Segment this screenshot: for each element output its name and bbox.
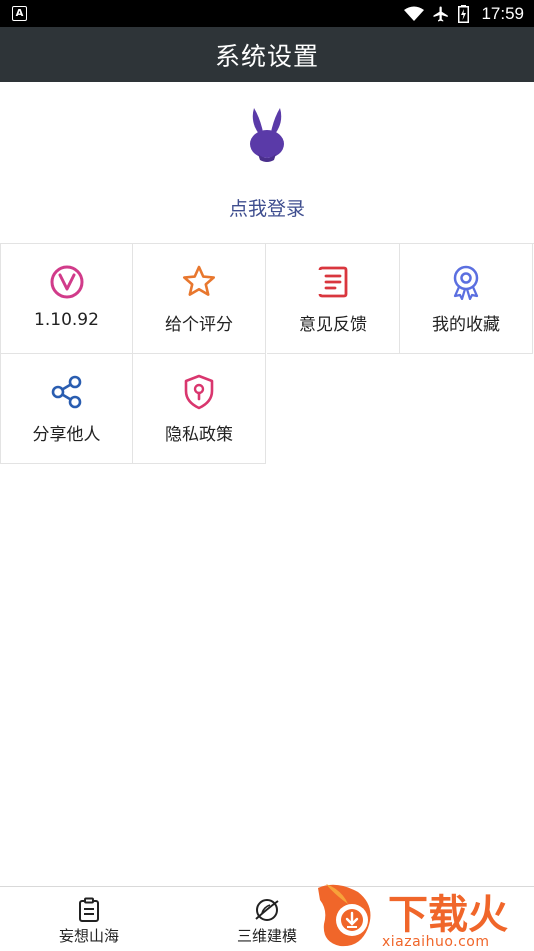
status-time: 17:59 bbox=[481, 3, 524, 23]
nav-item-label: 三维建模 bbox=[236, 927, 297, 945]
favorites-label: 我的收藏 bbox=[432, 315, 500, 335]
battery-icon bbox=[458, 4, 470, 23]
star-icon bbox=[183, 265, 215, 296]
privacy-cell[interactable]: 隐私政策 bbox=[133, 354, 266, 464]
nav-item-label: 妄想山海 bbox=[58, 927, 119, 945]
shield-lock-icon bbox=[184, 374, 214, 410]
rate-label: 给个评分 bbox=[165, 315, 233, 335]
privacy-label: 隐私政策 bbox=[165, 425, 233, 445]
feedback-label: 意见反馈 bbox=[299, 315, 367, 335]
feedback-cell[interactable]: 意见反馈 bbox=[267, 244, 400, 354]
watermark-brand: 下载火 bbox=[388, 892, 508, 938]
app-bar: 系统设置 bbox=[0, 27, 534, 82]
version-cell[interactable]: 1.10.92 bbox=[0, 244, 133, 354]
share-label: 分享他人 bbox=[32, 425, 101, 445]
rate-cell[interactable]: 给个评分 bbox=[133, 244, 266, 354]
xiazaihuo-watermark-logo: 下载火 xiazaihuo.com bbox=[318, 884, 508, 950]
status-bar: A 17:59 bbox=[0, 0, 534, 27]
rabbit-avatar-icon[interactable] bbox=[240, 104, 294, 166]
login-link[interactable]: 点我登录 bbox=[0, 194, 534, 221]
favorites-cell[interactable]: 我的收藏 bbox=[400, 244, 533, 354]
notification-a-icon: A bbox=[12, 6, 27, 21]
clipboard-icon bbox=[79, 897, 99, 922]
nav-item-wangxiangshanhai[interactable]: 妄想山海 bbox=[0, 887, 178, 951]
wifi-icon bbox=[404, 6, 425, 21]
version-label: 1.10.92 bbox=[34, 310, 99, 330]
share-icon bbox=[51, 375, 81, 409]
planet-icon bbox=[255, 899, 279, 921]
airplane-icon bbox=[433, 6, 449, 21]
badge-icon bbox=[453, 265, 479, 300]
page-title: 系统设置 bbox=[214, 41, 319, 71]
version-icon bbox=[50, 265, 83, 299]
share-cell[interactable]: 分享他人 bbox=[0, 354, 133, 464]
settings-grid: 1.10.92 给个评分 意见反馈 我的收藏 分享他人 隐私政策 bbox=[0, 243, 534, 466]
feedback-icon bbox=[318, 266, 348, 298]
profile-section: 点我登录 bbox=[0, 82, 534, 243]
watermark-domain: xiazaihuo.com bbox=[382, 934, 490, 950]
